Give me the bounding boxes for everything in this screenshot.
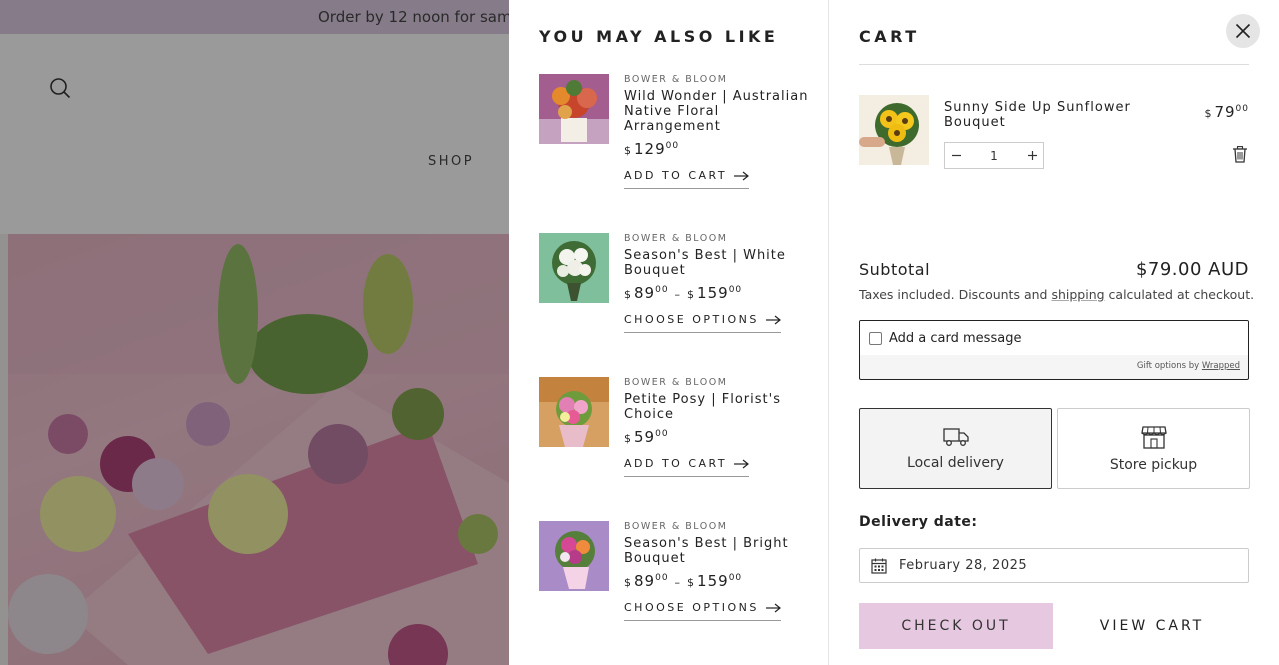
quantity-input[interactable]: 1 xyxy=(967,149,1021,163)
line-item-image[interactable] xyxy=(859,95,929,165)
choose-options-button[interactable]: CHOOSE OPTIONS xyxy=(624,601,781,621)
card-message-label[interactable]: Add a card message xyxy=(889,331,1021,346)
subtotal-row: Subtotal $79.00 AUD xyxy=(859,259,1249,280)
card-message-box: Add a card message Gift options by Wrapp… xyxy=(859,320,1249,380)
plus-icon xyxy=(1027,151,1037,160)
remove-item-button[interactable] xyxy=(1233,146,1247,167)
wrapped-link[interactable]: Wrapped xyxy=(1202,361,1240,371)
product-price: $12900 xyxy=(624,140,680,158)
divider xyxy=(859,64,1249,65)
cart-title: CART xyxy=(859,27,920,46)
store-pickup-label: Store pickup xyxy=(1109,456,1198,473)
recommendations-panel: YOU MAY ALSO LIKE BOWER & BLOOM Wild Won… xyxy=(509,0,829,665)
product-title[interactable]: Petite Posy | Florist's Choice xyxy=(624,392,814,422)
close-icon xyxy=(1235,23,1251,39)
arrow-right-icon xyxy=(765,315,781,324)
product-price: $5900 xyxy=(624,428,669,446)
recommendations-title: YOU MAY ALSO LIKE xyxy=(539,27,779,46)
product-vendor: BOWER & BLOOM xyxy=(624,233,728,244)
local-delivery-option[interactable]: Local delivery xyxy=(859,408,1052,489)
product-price-range: $8900– $15900 xyxy=(624,572,743,590)
product-image[interactable] xyxy=(539,233,609,303)
line-item-title[interactable]: Sunny Side Up Sunflower Bouquet xyxy=(944,100,1144,130)
product-vendor: BOWER & BLOOM xyxy=(624,521,728,532)
checkout-button[interactable]: CHECK OUT xyxy=(859,603,1053,649)
choose-options-button[interactable]: CHOOSE OPTIONS xyxy=(624,313,781,333)
subtotal-label: Subtotal xyxy=(859,260,931,279)
close-cart-button[interactable] xyxy=(1226,14,1260,48)
arrow-right-icon xyxy=(734,459,750,468)
shipping-link[interactable]: shipping xyxy=(1051,287,1104,302)
arrow-right-icon xyxy=(734,171,750,180)
gift-options-credit: Gift options by Wrapped xyxy=(1136,361,1240,371)
add-to-cart-button[interactable]: ADD TO CART xyxy=(624,169,750,189)
arrow-right-icon xyxy=(765,603,781,612)
card-message-checkbox[interactable] xyxy=(869,331,882,345)
minus-icon xyxy=(951,154,961,157)
subtotal-value: $79.00 AUD xyxy=(1135,259,1249,280)
product-title[interactable]: Season's Best | White Bouquet xyxy=(624,248,814,278)
product-price-range: $8900– $15900 xyxy=(624,284,743,302)
product-image[interactable] xyxy=(539,521,609,591)
product-title[interactable]: Season's Best | Bright Bouquet xyxy=(624,536,814,566)
view-cart-button[interactable]: VIEW CART xyxy=(1055,603,1249,649)
calendar-icon xyxy=(871,558,887,574)
line-item-price: $7900 xyxy=(1204,103,1249,121)
delivery-date-input[interactable]: February 28, 2025 xyxy=(859,548,1249,583)
decrease-quantity-button[interactable] xyxy=(945,143,967,168)
delivery-date-label: Delivery date: xyxy=(859,514,978,530)
cart-line-item: Sunny Side Up Sunflower Bouquet $7900 1 xyxy=(859,95,1249,175)
product-image[interactable] xyxy=(539,377,609,447)
local-delivery-label: Local delivery xyxy=(907,454,1004,471)
store-pickup-option[interactable]: Store pickup xyxy=(1057,408,1250,489)
increase-quantity-button[interactable] xyxy=(1021,143,1043,168)
product-vendor: BOWER & BLOOM xyxy=(624,377,728,388)
cart-drawer: CART Sunny Side Up Sunflower Bouquet $ 7… xyxy=(829,0,1279,665)
product-title[interactable]: Wild Wonder | Australian Native Floral A… xyxy=(624,89,814,134)
delivery-date-value: February 28, 2025 xyxy=(899,558,1028,573)
product-image[interactable] xyxy=(539,74,609,144)
truck-icon xyxy=(942,427,969,446)
quantity-stepper: 1 xyxy=(944,142,1044,169)
tax-note: Taxes included. Discounts and shipping c… xyxy=(859,287,1255,302)
add-to-cart-button[interactable]: ADD TO CART xyxy=(624,457,750,477)
store-icon xyxy=(1140,425,1167,449)
trash-icon xyxy=(1233,146,1247,163)
product-vendor: BOWER & BLOOM xyxy=(624,74,728,85)
